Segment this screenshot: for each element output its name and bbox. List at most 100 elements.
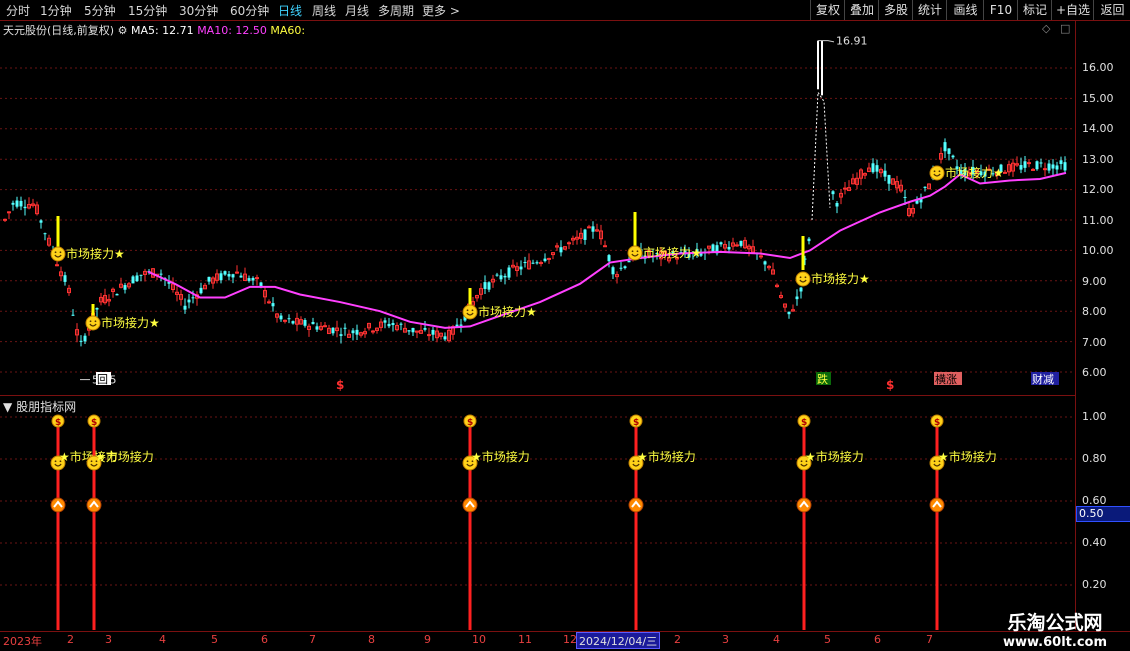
period-toolbar: 分时 1分钟 5分钟 15分钟 30分钟 60分钟 日线 周线 月线 多周期 更… xyxy=(0,0,1130,21)
tab-15min[interactable]: 15分钟 xyxy=(128,2,167,19)
y-label: 0.80 xyxy=(1082,452,1107,465)
watermark-url: www.60lt.com xyxy=(1002,635,1108,650)
candle-body xyxy=(1055,165,1059,170)
candle-body xyxy=(411,327,415,333)
smiley-eye xyxy=(800,460,803,463)
date-axis: 2023年 2 3 4 5 6 7 8 9 10 11 12 2024/12/0… xyxy=(0,631,1130,651)
tab-5min[interactable]: 5分钟 xyxy=(84,2,116,19)
candle-body xyxy=(251,277,255,281)
candle-body xyxy=(427,334,431,337)
sub-signals: $★市场接力$★市场接力$★市场接力$★市场接力$★市场接力$★市场接力 xyxy=(50,414,997,630)
candle-body xyxy=(459,324,463,326)
jian-badge: 财减 xyxy=(1032,372,1054,386)
candle-body xyxy=(611,267,615,275)
tab-daily[interactable]: 日线 xyxy=(278,2,302,19)
candle-body xyxy=(311,321,315,325)
money-bag-glyph: $ xyxy=(934,418,940,428)
candle-body xyxy=(727,246,731,250)
candle-body xyxy=(1063,162,1067,171)
candle-body xyxy=(1019,165,1023,170)
f10-button[interactable]: F10 xyxy=(983,0,1018,20)
panel-divider xyxy=(0,395,1075,396)
candle-body xyxy=(39,220,43,223)
tab-fenshi[interactable]: 分时 xyxy=(6,2,30,19)
smiley-eye xyxy=(799,276,802,279)
y-label: 16.00 xyxy=(1082,61,1114,74)
candle-body xyxy=(1039,162,1043,164)
candle-body xyxy=(607,255,611,262)
candle-body xyxy=(219,273,223,281)
candle-body xyxy=(875,165,879,172)
y-label: 6.00 xyxy=(1082,366,1107,379)
stats-button[interactable]: 统计 xyxy=(912,0,947,20)
smiley-eye xyxy=(933,170,936,173)
high-pointer xyxy=(818,40,835,43)
smiley-eye xyxy=(933,460,936,463)
multi-stock-button[interactable]: 多股 xyxy=(878,0,913,20)
candle-body xyxy=(903,196,907,198)
month-label: 2 xyxy=(674,633,681,646)
month-label: 4 xyxy=(159,633,166,646)
sub-signal-label: ★市场接力 xyxy=(805,449,864,464)
candle-body xyxy=(443,336,447,340)
draw-line-button[interactable]: 画线 xyxy=(946,0,984,20)
candle-body xyxy=(3,218,7,221)
candle-body xyxy=(267,301,271,304)
high-marker: 16.91 xyxy=(836,35,868,48)
month-label: 9 xyxy=(424,633,431,646)
candle-body xyxy=(387,323,391,327)
candle-body xyxy=(627,260,631,263)
candle-body xyxy=(371,330,375,333)
overlay-button[interactable]: 叠加 xyxy=(844,0,879,20)
candle-body xyxy=(835,202,839,207)
candle-body xyxy=(799,287,803,292)
tab-30min[interactable]: 30分钟 xyxy=(179,2,218,19)
tab-weekly[interactable]: 周线 xyxy=(312,2,336,19)
candle-body xyxy=(591,226,595,232)
candle-body xyxy=(11,202,15,205)
candle-body xyxy=(523,262,527,264)
smiley-eye xyxy=(94,320,97,323)
add-watchlist-button[interactable]: +自选 xyxy=(1051,0,1094,20)
y-axis-line xyxy=(1075,20,1076,630)
candle-body xyxy=(343,327,347,329)
smiley-eye xyxy=(804,276,807,279)
sub-signal-label: ★市场接力 xyxy=(471,449,530,464)
candle-body xyxy=(247,278,251,281)
candle-body xyxy=(279,315,283,320)
watermark-title: 乐淘公式网 xyxy=(1007,612,1103,634)
candle-body xyxy=(183,305,187,310)
candle-body xyxy=(339,334,343,336)
y-label: 14.00 xyxy=(1082,122,1114,135)
candle-body xyxy=(315,326,319,330)
money-bag-glyph: $ xyxy=(55,418,61,428)
tab-monthly[interactable]: 月线 xyxy=(345,2,369,19)
candle-body xyxy=(391,323,395,326)
candle-body xyxy=(495,274,499,276)
candle-body xyxy=(55,264,59,267)
candle-body xyxy=(43,233,47,235)
candle-body xyxy=(947,148,951,154)
mark-button[interactable]: 标记 xyxy=(1017,0,1052,20)
candle-body xyxy=(207,276,211,282)
candle-body xyxy=(843,187,847,190)
candle-body xyxy=(1059,160,1063,165)
candle-body xyxy=(1003,171,1007,174)
back-button[interactable]: 返回 xyxy=(1093,0,1130,20)
tab-1min[interactable]: 1分钟 xyxy=(40,2,72,19)
month-label: 7 xyxy=(309,633,316,646)
candle-body xyxy=(355,329,359,335)
candle-body xyxy=(1031,168,1035,171)
adjust-button[interactable]: 复权 xyxy=(810,0,845,20)
tab-multi-period[interactable]: 多周期 xyxy=(378,2,414,19)
main-grid xyxy=(0,67,1075,373)
candle-body xyxy=(539,262,543,265)
indicator-title[interactable]: ▼ 股朋指标网 xyxy=(3,398,76,415)
tab-60min[interactable]: 60分钟 xyxy=(230,2,269,19)
y-label: 0.40 xyxy=(1082,536,1107,549)
collapse-icon[interactable]: ▼ xyxy=(3,400,12,414)
price-chart[interactable]: 市场接力★ 市场接力★ 市场接力★ 市场接力★ 市场接力★ 市场接力★ $ ★市场接力 $ ★市… xyxy=(0,20,1075,631)
candle-body xyxy=(559,247,563,253)
tab-more[interactable]: 更多 > xyxy=(422,2,460,19)
money-bag-glyph: $ xyxy=(633,418,639,428)
